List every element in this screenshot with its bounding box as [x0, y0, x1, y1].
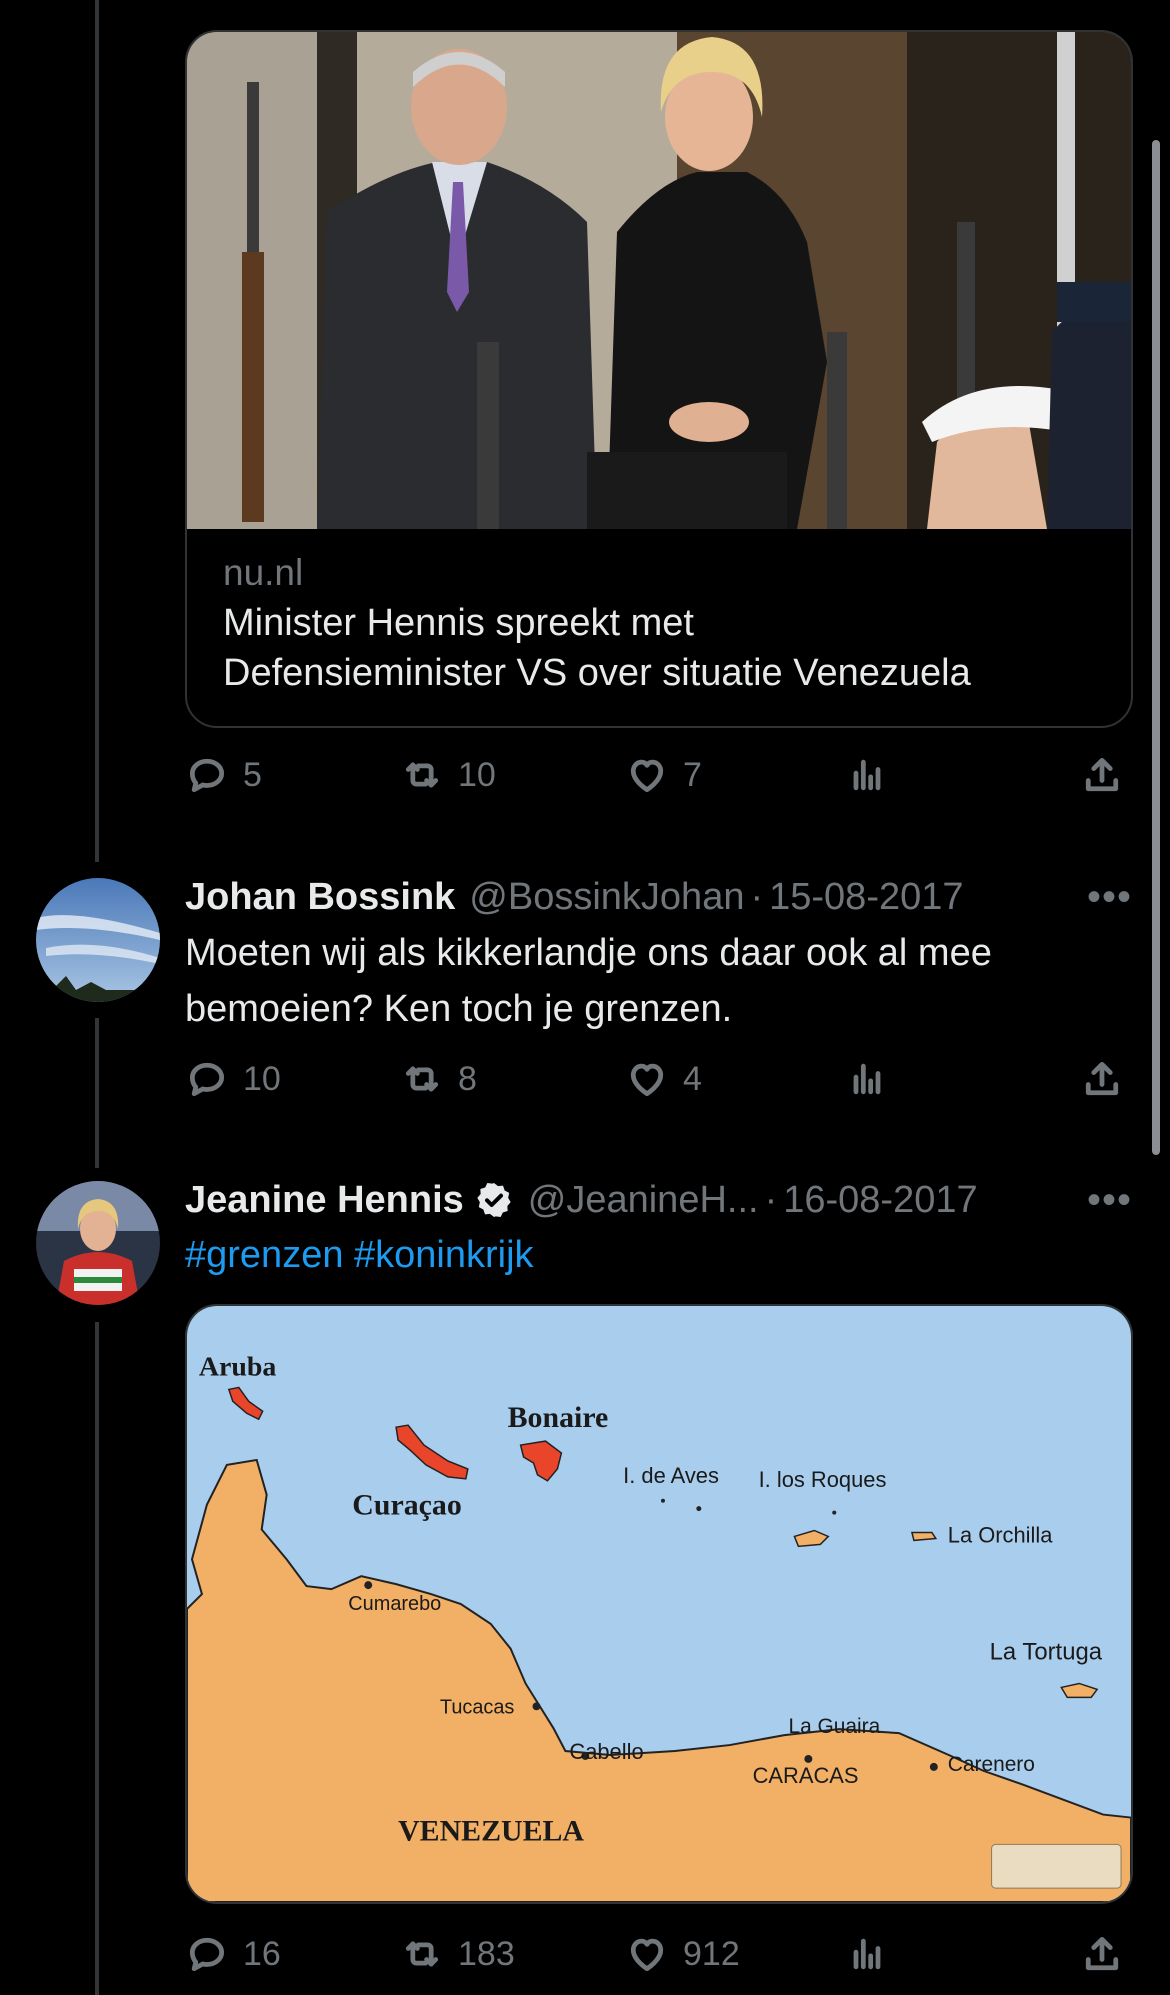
- label-aruba: Aruba: [199, 1352, 276, 1383]
- link-title-line2: Defensieminister VS over situatie Venezu…: [223, 652, 971, 694]
- like-button[interactable]: 4: [625, 1049, 702, 1109]
- retweet-icon: [405, 1941, 439, 1967]
- views-button[interactable]: [845, 1049, 889, 1109]
- map-watermark-logo: [991, 1843, 1122, 1889]
- tweet-date[interactable]: 15-08-2017: [769, 876, 963, 919]
- scrollbar[interactable]: [1152, 140, 1160, 1155]
- author-handle[interactable]: @BossinkJohan: [469, 876, 744, 919]
- retweet-count: 8: [458, 1059, 477, 1098]
- orchilla-island: [910, 1531, 938, 1542]
- label-roques: I. los Roques: [759, 1467, 887, 1492]
- tweet-header: Johan Bossink @BossinkJohan · 15-08-2017: [185, 872, 964, 922]
- label-bonaire: Bonaire: [508, 1401, 609, 1434]
- retweet-button[interactable]: 8: [400, 1049, 477, 1109]
- reply-count: 5: [243, 755, 262, 794]
- venezuela-caribbean-map: Aruba Curaçao Bonaire VENEZUELA I. de Av…: [187, 1306, 1131, 1902]
- like-count: 912: [683, 1934, 740, 1973]
- views-icon: [853, 759, 881, 791]
- tweet-date[interactable]: 16-08-2017: [783, 1179, 977, 1222]
- link-preview-card[interactable]: nu.nl Minister Hennis spreekt met Defens…: [185, 30, 1133, 728]
- link-title-line1: Minister Hennis spreekt met: [223, 602, 694, 644]
- label-caracas: CARACAS: [753, 1763, 859, 1788]
- share-button[interactable]: [1080, 1049, 1124, 1109]
- news-photo: [187, 32, 1131, 529]
- share-button[interactable]: [1080, 1924, 1124, 1984]
- person-avatar-image: [36, 1181, 160, 1305]
- author-name[interactable]: Johan Bossink: [185, 876, 455, 919]
- retweet-count: 183: [458, 1934, 515, 1973]
- tweet-text-line1: Moeten wij als kikkerlandje ons daar ook…: [185, 932, 992, 974]
- share-icon: [1085, 1061, 1119, 1096]
- reply-button[interactable]: 5: [185, 745, 262, 805]
- like-icon: [630, 1063, 664, 1097]
- link-domain: nu.nl: [223, 552, 304, 593]
- avatar-jeanine-hennis[interactable]: [36, 1181, 160, 1305]
- like-button[interactable]: 7: [625, 745, 702, 805]
- thread-line-top: [95, 0, 99, 862]
- tweet-actions: 16 183 912: [185, 1924, 1133, 1984]
- aves-dot-1: [660, 1498, 665, 1503]
- like-count: 4: [683, 1059, 702, 1098]
- label-curacao: Curaçao: [352, 1489, 461, 1522]
- share-icon: [1085, 757, 1119, 792]
- views-button[interactable]: [845, 1924, 889, 1984]
- carenero-dot: [929, 1762, 938, 1771]
- share-icon: [1085, 1936, 1119, 1971]
- reply-button[interactable]: 16: [185, 1924, 281, 1984]
- retweet-icon: [405, 762, 439, 788]
- sky-avatar-image: [36, 878, 160, 1002]
- reply-count: 16: [243, 1934, 281, 1973]
- reply-icon: [189, 1062, 225, 1097]
- tweet-header: Jeanine Hennis @JeanineH... · 16-08-2017: [185, 1175, 978, 1225]
- tweet-text: Moeten wij als kikkerlandje ons daar ook…: [185, 925, 1135, 1037]
- retweet-icon: [405, 1066, 439, 1092]
- share-button[interactable]: [1080, 745, 1124, 805]
- label-cabello: Cabello: [569, 1739, 643, 1764]
- label-aves: I. de Aves: [623, 1463, 719, 1488]
- thread-line-bottom: [95, 1322, 99, 1995]
- more-options-button[interactable]: •••: [1087, 872, 1132, 922]
- label-tortuga: La Tortuga: [990, 1639, 1103, 1666]
- separator-dot: ·: [750, 875, 764, 918]
- tucacas-dot: [532, 1702, 541, 1711]
- reply-count: 10: [243, 1059, 281, 1098]
- caracas-dot: [804, 1754, 813, 1763]
- label-cumarebo: Cumarebo: [348, 1593, 441, 1615]
- like-count: 7: [683, 755, 702, 794]
- aves-dot-2: [696, 1506, 702, 1512]
- views-icon: [853, 1938, 881, 1970]
- thread-line-mid: [95, 1018, 99, 1168]
- label-orchilla: La Orchilla: [948, 1522, 1054, 1547]
- like-icon: [630, 1938, 664, 1972]
- views-button[interactable]: [845, 745, 889, 805]
- link-preview-text: nu.nl Minister Hennis spreekt met Defens…: [223, 552, 1101, 698]
- tweet-image-map[interactable]: Aruba Curaçao Bonaire VENEZUELA I. de Av…: [185, 1304, 1133, 1904]
- label-guaira: La Guaira: [788, 1715, 880, 1738]
- tweet-actions: 10 8 4: [185, 1049, 1133, 1109]
- separator-dot: ·: [764, 1178, 778, 1221]
- link-title: Minister Hennis spreekt met Defensiemini…: [223, 598, 1101, 698]
- roques-dot: [832, 1510, 837, 1515]
- like-icon: [630, 759, 664, 793]
- reply-button[interactable]: 10: [185, 1049, 281, 1109]
- cumarebo-dot: [364, 1581, 373, 1590]
- author-name[interactable]: Jeanine Hennis: [185, 1179, 464, 1222]
- tweet-hashtags[interactable]: #grenzen #koninkrijk: [185, 1227, 1135, 1283]
- reply-icon: [189, 758, 225, 793]
- like-button[interactable]: 912: [625, 1924, 740, 1984]
- label-tucacas: Tucacas: [440, 1696, 515, 1718]
- more-options-button[interactable]: •••: [1087, 1175, 1132, 1225]
- tweet-text-line2: bemoeien? Ken toch je grenzen.: [185, 988, 733, 1030]
- author-handle[interactable]: @JeanineH...: [528, 1179, 759, 1222]
- verified-icon: [477, 1183, 511, 1217]
- avatar-johan-bossink[interactable]: [36, 878, 160, 1002]
- retweet-button[interactable]: 183: [400, 1924, 515, 1984]
- tweet-actions: 5 10 7: [185, 745, 1133, 805]
- label-carenero: Carenero: [948, 1753, 1035, 1776]
- label-venezuela: VENEZUELA: [398, 1814, 584, 1847]
- views-icon: [853, 1063, 881, 1095]
- retweet-count: 10: [458, 755, 496, 794]
- retweet-button[interactable]: 10: [400, 745, 496, 805]
- reply-icon: [189, 1937, 225, 1972]
